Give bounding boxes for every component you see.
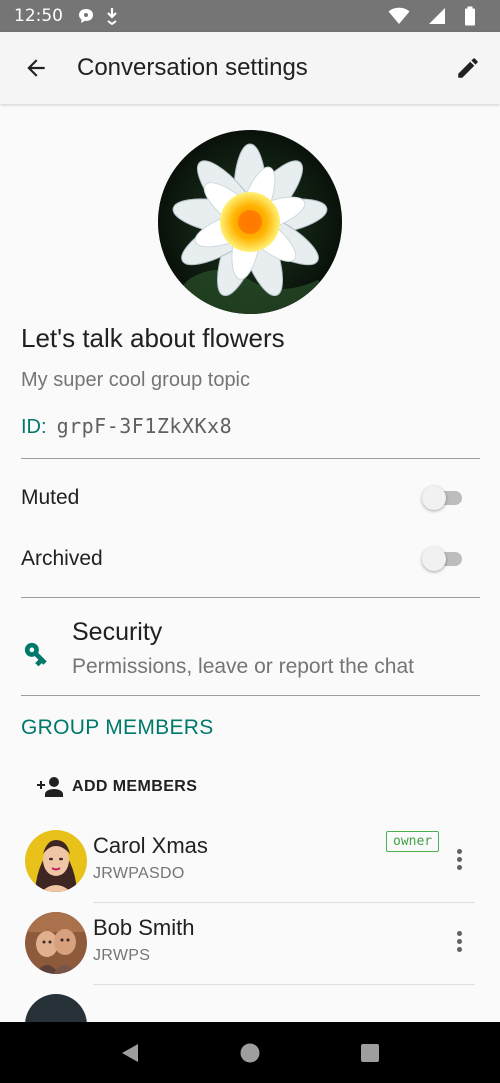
avatar <box>25 912 87 974</box>
nav-recents-button[interactable] <box>350 1033 390 1073</box>
download-icon <box>105 7 119 25</box>
security-row[interactable]: Security Permissions, leave or report th… <box>0 604 500 694</box>
muted-switch[interactable] <box>422 484 462 512</box>
avatar <box>25 830 87 892</box>
group-id: ID: grpF-3F1ZkXKx8 <box>21 414 232 439</box>
battery-icon <box>464 6 476 26</box>
nav-home-button[interactable] <box>230 1033 270 1073</box>
signal-icon <box>428 7 446 25</box>
security-subtitle: Permissions, leave or report the chat <box>72 655 414 678</box>
back-triangle-icon <box>122 1043 138 1062</box>
switch-thumb <box>422 486 446 510</box>
more-vert-icon[interactable] <box>447 926 471 956</box>
security-title: Security <box>72 618 163 646</box>
archived-row[interactable]: Archived <box>21 539 480 579</box>
divider <box>21 695 480 696</box>
more-vert-icon[interactable] <box>447 844 471 874</box>
nav-back-button[interactable] <box>110 1033 150 1073</box>
page-title: Conversation settings <box>77 54 308 81</box>
member-photo <box>25 830 87 892</box>
member-divider <box>93 984 475 985</box>
member-name: Carol Xmas <box>93 833 208 858</box>
divider <box>21 458 480 459</box>
back-button[interactable] <box>0 32 72 104</box>
member-row[interactable]: Carol Xmas JRWPASDO owner <box>0 822 500 902</box>
member-name: Bob Smith <box>93 915 195 940</box>
archived-switch[interactable] <box>422 545 462 573</box>
switch-thumb <box>422 547 446 571</box>
member-row[interactable]: Bob Smith JRWPS <box>0 904 500 984</box>
navigation-bar <box>0 1022 500 1083</box>
add-members-button[interactable]: ADD MEMBERS <box>36 772 197 802</box>
chat-bubble-icon <box>77 7 95 25</box>
home-circle-icon <box>240 1043 260 1062</box>
recents-square-icon <box>361 1043 379 1062</box>
owner-badge: owner <box>386 831 440 852</box>
person-add-icon <box>36 775 64 799</box>
add-members-label: ADD MEMBERS <box>72 778 198 795</box>
group-avatar[interactable] <box>158 130 342 314</box>
group-id-value[interactable]: grpF-3F1ZkXKx8 <box>57 414 233 438</box>
app-bar: Conversation settings <box>0 32 500 104</box>
status-time: 12:50 <box>14 6 63 26</box>
group-topic: My super cool group topic <box>21 369 251 391</box>
key-icon <box>22 640 50 673</box>
settings-content[interactable]: Let's talk about flowers My super cool g… <box>0 104 500 1022</box>
muted-row[interactable]: Muted <box>21 478 480 518</box>
group-name: Let's talk about flowers <box>21 323 285 353</box>
wifi-icon <box>388 7 410 25</box>
member-row[interactable] <box>0 986 500 1022</box>
member-photo <box>25 912 87 974</box>
divider <box>21 597 480 598</box>
member-id: JRWPASDO <box>93 865 185 882</box>
avatar <box>25 994 87 1022</box>
arrow-back-icon <box>27 59 45 77</box>
member-id: JRWPS <box>93 947 151 964</box>
edit-button[interactable] <box>436 32 500 104</box>
status-bar: 12:50 <box>0 0 500 32</box>
water-lily-image <box>158 130 342 314</box>
member-divider <box>93 902 475 903</box>
group-members-header: GROUP MEMBERS <box>21 716 214 739</box>
pencil-icon <box>458 58 478 78</box>
group-id-label: ID: <box>21 416 47 438</box>
muted-label: Muted <box>21 486 80 509</box>
archived-label: Archived <box>21 547 103 570</box>
